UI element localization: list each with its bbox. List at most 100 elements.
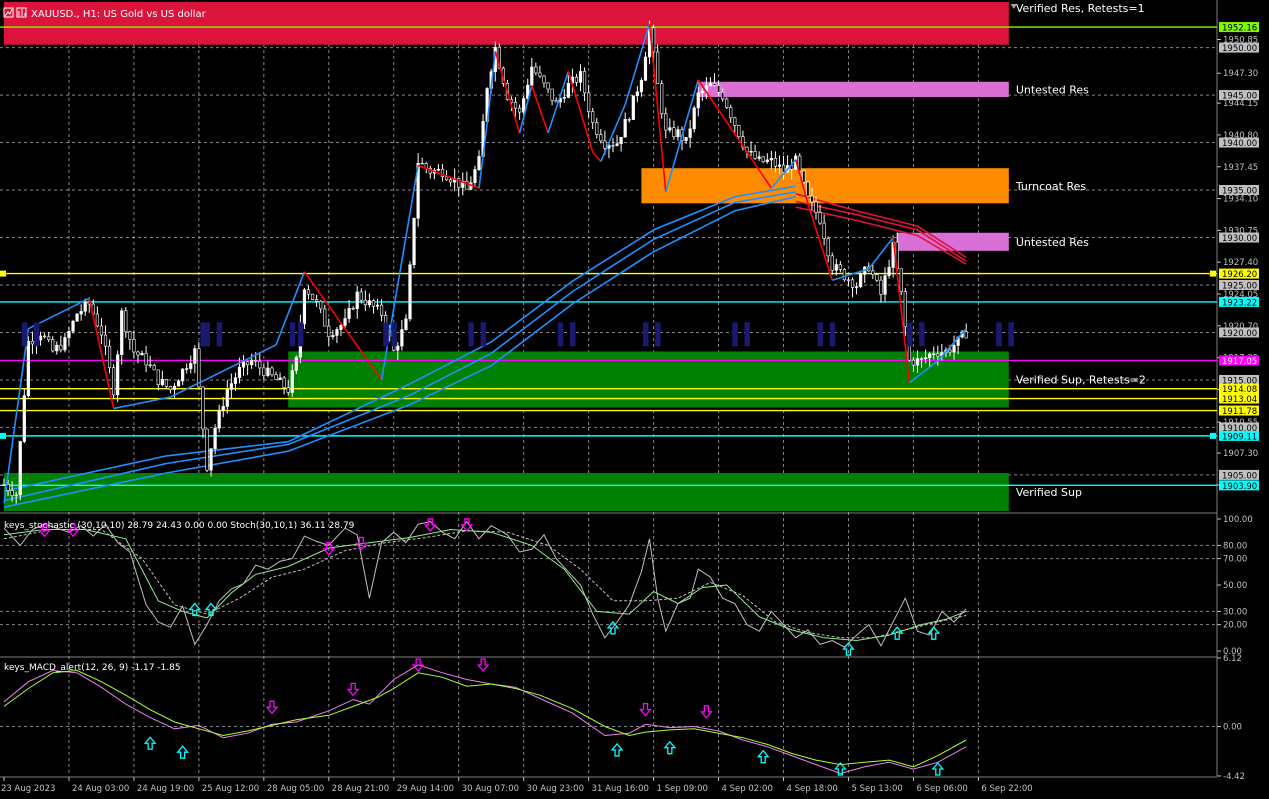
candle-body: [120, 310, 124, 356]
candle-body: [168, 386, 173, 390]
candle-body: [408, 264, 412, 320]
candle-body: [513, 102, 518, 109]
level-price-label: 1911.78: [1222, 407, 1257, 417]
candle-body: [148, 364, 152, 366]
sell-arrow-icon: [346, 682, 360, 697]
signal-marker: [642, 322, 649, 347]
level-price-label: 1923.22: [1222, 298, 1257, 308]
signal-marker: [216, 322, 223, 347]
candle-body: [668, 127, 672, 131]
candle-body: [160, 379, 164, 386]
candle-body: [518, 107, 522, 113]
stochastic-panel: [3, 518, 967, 656]
candle-body: [737, 125, 741, 138]
zigzag-segment: [380, 165, 419, 381]
candle-body: [371, 300, 376, 307]
candle-body: [842, 269, 847, 281]
candle-body: [59, 344, 63, 351]
signal-marker: [391, 322, 397, 347]
stoch-tick-label: 20.00: [1223, 621, 1247, 631]
candle-body: [684, 137, 688, 141]
buy-arrow-icon: [927, 626, 941, 640]
macd-tick-label: 6.12: [1223, 654, 1242, 664]
candle-body: [75, 313, 79, 322]
candle-body: [359, 291, 363, 301]
candle-body: [2, 484, 6, 486]
signal-marker: [1008, 322, 1014, 347]
candle-body: [201, 386, 205, 430]
zone-label: Untested Res: [1016, 83, 1089, 96]
candle-body: [38, 335, 43, 341]
zigzag-segment: [417, 164, 480, 189]
candle-body: [733, 117, 737, 126]
sell-arrow-icon: [476, 658, 490, 673]
candle-body: [136, 351, 140, 356]
candle-body: [712, 83, 717, 86]
zigzag-segment: [547, 71, 570, 134]
zone-rect: [641, 168, 1009, 204]
candle-body: [310, 293, 315, 300]
candle-body: [875, 274, 879, 281]
candle-body: [603, 140, 607, 149]
candle-body: [404, 318, 408, 330]
signal-marker: [204, 322, 210, 347]
candle-body: [948, 349, 952, 353]
candle-body: [660, 83, 664, 114]
candle-body: [538, 72, 542, 77]
candle-body: [574, 76, 579, 83]
sell-arrow-icon: [423, 518, 437, 532]
candle-body: [729, 107, 733, 119]
candle-body: [51, 339, 55, 352]
candle-body: [42, 335, 47, 338]
signal-marker: [557, 322, 564, 347]
candle-body: [773, 157, 777, 167]
signal-marker: [732, 322, 738, 347]
candle-body: [546, 82, 550, 90]
candle-body: [152, 365, 156, 371]
candle-body: [355, 291, 359, 309]
candle-body: [83, 301, 87, 312]
price-axis: 1950.851947.301944.151940.801937.451934.…: [1217, 22, 1259, 782]
stoch-tick-label: 30.00: [1223, 607, 1247, 617]
candle-body: [319, 300, 323, 310]
candle-body: [591, 111, 595, 123]
candle-body: [716, 85, 721, 93]
chart-title-bar[interactable]: XAUUSD., H1: US Gold vs US dollar: [3, 7, 207, 20]
candle-body: [777, 164, 782, 167]
candle-body: [919, 358, 924, 360]
candle-body: [266, 367, 270, 376]
time-axis: 23 Aug 2023 24 Aug 03:00 24 Aug 19:00 25 Au…: [1, 777, 1033, 794]
signal-marker: [919, 322, 925, 347]
zone-label: Turncoat Res: [1015, 180, 1087, 193]
candle-body: [631, 95, 635, 120]
trading-chart[interactable]: Verified Res, Retests=1 Untested Res Turnc…: [0, 0, 1269, 799]
price-box-label: 1935.00: [1222, 187, 1257, 197]
candle-body: [197, 348, 201, 388]
time-tick-label: 25 Aug 12:00: [202, 784, 259, 794]
price-box-label: 1940.00: [1222, 139, 1257, 149]
sell-arrow-icon: [699, 705, 713, 719]
candle-body: [335, 329, 339, 336]
candle-body: [128, 331, 132, 340]
candle-body: [721, 91, 725, 100]
candle-body: [132, 339, 136, 353]
zigzag-segment: [486, 51, 497, 124]
candle-body: [26, 340, 30, 396]
candle-body: [164, 379, 169, 387]
candle-body: [846, 279, 851, 281]
candle-body: [700, 90, 704, 94]
time-tick-label: 28 Aug 05:00: [267, 784, 324, 794]
buy-arrow-icon: [890, 626, 904, 640]
buy-arrow-icon: [931, 761, 945, 776]
candle-body: [854, 286, 859, 288]
candle-body: [448, 179, 453, 183]
candle-body: [444, 176, 449, 181]
level-price-label: 1903.90: [1222, 482, 1257, 492]
candle-body: [375, 304, 380, 307]
buy-arrow-icon: [143, 736, 157, 750]
chart-title: XAUUSD., H1: US Gold vs US dollar: [31, 9, 207, 20]
candle-body: [112, 367, 116, 396]
candle-body: [542, 75, 546, 84]
candle-body: [282, 377, 286, 388]
candle-body: [315, 299, 319, 302]
